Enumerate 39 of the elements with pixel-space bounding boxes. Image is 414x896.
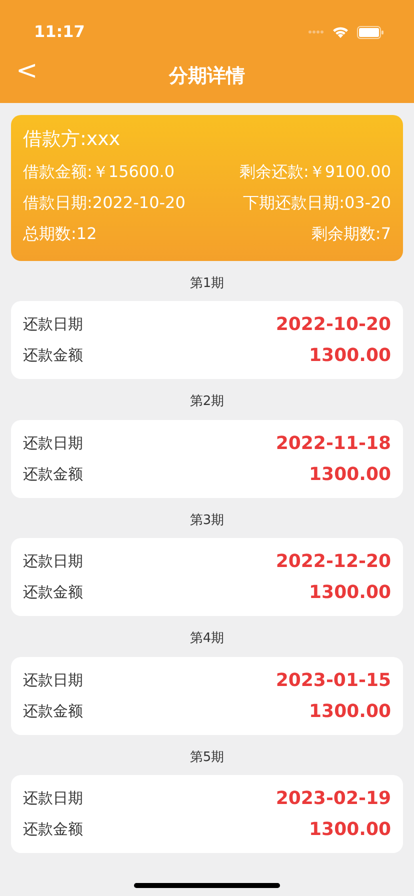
field-label: 还款日期 (23, 670, 83, 691)
field-label: 还款金额 (23, 819, 83, 840)
back-button[interactable]: < (10, 56, 44, 86)
field-label: 还款金额 (23, 464, 83, 485)
period-title: 第3期 (188, 512, 226, 530)
period-title: 第5期 (188, 748, 226, 766)
summary-text: 剩余还款:￥9100.00 (239, 160, 391, 182)
repayment-amount: 1300.00 (309, 462, 391, 486)
field-label: 还款日期 (23, 788, 83, 810)
home-indicator[interactable] (134, 883, 280, 888)
repayment-amount: 1300.00 (309, 818, 391, 842)
signal-icon (308, 30, 324, 34)
field-label: 还款日期 (23, 551, 83, 572)
summary-text: 借款金额:￥15600.0 (23, 160, 175, 182)
field-label: 还款日期 (23, 314, 83, 336)
field-label: 还款金额 (23, 345, 83, 366)
period-title: 第1期 (188, 274, 226, 292)
repayment-amount: 1300.00 (309, 700, 391, 724)
repayment-amount: 1300.00 (309, 344, 391, 368)
summary-text: 下期还款日期:03-20 (243, 192, 391, 214)
battery-icon (357, 26, 384, 38)
page-title: 分期详情 (169, 64, 245, 90)
repayment-date: 2022-12-20 (276, 550, 391, 574)
field-label: 还款金额 (23, 700, 83, 722)
summary-text: 剩余期数:7 (311, 222, 391, 244)
field-label: 还款日期 (23, 432, 83, 454)
status-time: 11:17 (34, 21, 85, 43)
summary-text: 借款日期:2022-10-20 (23, 192, 186, 214)
period-title: 第2期 (188, 393, 226, 411)
summary-text: 总期数:12 (23, 222, 97, 244)
repayment-date: 2023-01-15 (276, 668, 391, 692)
period-title: 第4期 (188, 630, 226, 648)
repayment-amount: 1300.00 (309, 581, 391, 605)
repayment-date: 2022-11-18 (276, 432, 391, 456)
repayment-date: 2022-10-20 (276, 313, 391, 337)
wifi-icon (332, 26, 349, 38)
borrower-label: 借款方:xxx (23, 127, 122, 152)
repayment-date: 2023-02-19 (276, 787, 391, 811)
field-label: 还款金额 (23, 582, 83, 604)
